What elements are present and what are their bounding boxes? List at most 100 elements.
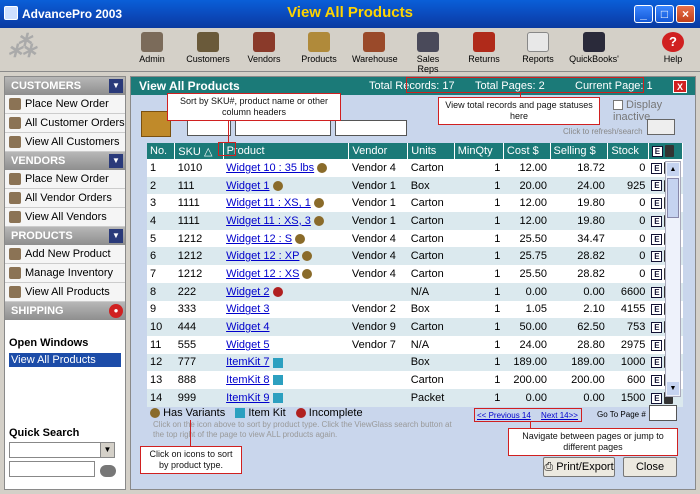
cell-product[interactable]: Widget 10 : 35 lbs (223, 159, 349, 177)
product-link[interactable]: Widget 5 (226, 339, 269, 351)
col-units[interactable]: Units (407, 143, 455, 159)
sidebar-item-all-vendor-orders[interactable]: All Vendor Orders (5, 189, 125, 208)
sidebar-item-all-customer-orders[interactable]: All Customer Orders (5, 114, 125, 133)
col-cost[interactable]: Cost $ (503, 143, 551, 159)
product-link[interactable]: Widget 3 (226, 303, 269, 315)
sidebar-section-products[interactable]: PRODUCTS ▼ (5, 227, 125, 245)
product-link[interactable]: Widget 12 : XP (226, 250, 299, 262)
minimize-button[interactable]: _ (634, 5, 653, 23)
toolbar-vendors[interactable]: Vendors (246, 30, 282, 70)
sidebar-item-manage-inventory[interactable]: Manage Inventory (5, 264, 125, 283)
product-link[interactable]: Widget 12 : XS (226, 268, 299, 280)
chevron-down-icon[interactable]: ▼ (109, 79, 123, 93)
sidebar-item-view-all-customers[interactable]: View All Customers (5, 133, 125, 152)
window-close-button[interactable]: × (676, 5, 695, 23)
toolbar-reports[interactable]: Reports (520, 30, 556, 70)
table-row[interactable]: 3 1111 Widget 11 : XS, 1 Vendor 1 Carton 1 12.… (147, 194, 683, 213)
product-link[interactable]: Widget 10 : 35 lbs (226, 162, 314, 174)
sidebar-item-place-vendor-order[interactable]: Place New Order (5, 170, 125, 189)
cell-product[interactable]: Widget 5 (223, 335, 349, 354)
magnifier-icon[interactable] (100, 465, 117, 477)
product-link[interactable]: Widget 1 (226, 180, 269, 192)
sidebar-item-view-all-vendors[interactable]: View All Vendors (5, 208, 125, 227)
scroll-thumb[interactable] (667, 178, 679, 218)
table-row[interactable]: 2 111 Widget 1 Vendor 1 Box 1 20.00 24.00 925 E (147, 176, 683, 195)
toolbar-returns[interactable]: Returns (466, 30, 502, 70)
quick-search-input[interactable] (9, 461, 95, 477)
col-no[interactable]: No. (147, 143, 176, 159)
col-stock[interactable]: Stock (607, 143, 649, 159)
table-row[interactable]: 8 222 Widget 2 N/A 1 0.00 0.00 6600 E (147, 282, 683, 301)
cell-product[interactable]: Widget 1 (223, 176, 349, 195)
cell-product[interactable]: Widget 11 : XS, 1 (223, 194, 349, 213)
sidebar-section-customers[interactable]: CUSTOMERS ▼ (5, 77, 125, 95)
table-row[interactable]: 7 1212 Widget 12 : XS Vendor 4 Carton 1 25.50 2… (147, 265, 683, 283)
magnifier-icon[interactable] (647, 119, 675, 135)
product-link[interactable]: Widget 11 : XS, 3 (226, 215, 311, 227)
table-row[interactable]: 6 1212 Widget 12 : XP Vendor 4 Carton 1 25.75 2… (147, 247, 683, 266)
pushpin-icon[interactable]: ● (109, 304, 123, 318)
edit-icon[interactable]: E (651, 321, 663, 333)
edit-icon[interactable]: E (651, 233, 663, 245)
cell-product[interactable]: Widget 3 (223, 300, 349, 319)
chevron-down-icon[interactable]: ▼ (109, 154, 123, 168)
cell-product[interactable]: Widget 12 : S (223, 229, 349, 248)
toolbar-admin[interactable]: Admin (135, 30, 169, 70)
cell-product[interactable]: Widget 12 : XP (223, 247, 349, 266)
edit-icon[interactable]: E (651, 198, 663, 210)
scroll-up-icon[interactable]: ▲ (667, 163, 679, 176)
table-row[interactable]: 12 777 ItemKit 7 Box 1 189.00 189.00 1000 E (147, 353, 683, 372)
col-vendor[interactable]: Vendor (348, 143, 409, 159)
cell-product[interactable]: ItemKit 8 (223, 371, 349, 389)
print-export-button[interactable]: ⎙ Print/Export (543, 457, 615, 477)
col-selling[interactable]: Selling $ (550, 143, 609, 159)
incomplete-icon[interactable] (295, 408, 306, 419)
product-link[interactable]: ItemKit 7 (226, 356, 269, 368)
sidebar-section-shipping[interactable]: SHIPPING ● (5, 302, 125, 320)
close-icon[interactable]: X (673, 80, 687, 93)
sidebar-item-add-new-product[interactable]: Add New Product (5, 245, 125, 264)
sidebar-section-vendors[interactable]: VENDORS ▼ (5, 152, 125, 170)
edit-icon[interactable]: E (651, 180, 663, 192)
maximize-button[interactable]: □ (655, 5, 674, 23)
toolbar-products[interactable]: Products (300, 30, 338, 70)
table-row[interactable]: 11 555 Widget 5 Vendor 7 N/A 1 24.00 28.80 2975 E (147, 335, 683, 354)
sku-filter-input[interactable] (187, 120, 231, 136)
product-link[interactable]: ItemKit 9 (226, 392, 269, 404)
cell-product[interactable]: Widget 4 (223, 318, 349, 336)
cell-product[interactable]: Widget 12 : XS (223, 265, 349, 283)
open-window-item[interactable]: View All Products (9, 353, 121, 367)
product-link[interactable]: Widget 2 (226, 286, 269, 298)
table-row[interactable]: 9 333 Widget 3 Vendor 2 Box 1 1.05 2.10 4155 E (147, 300, 683, 319)
cell-product[interactable]: ItemKit 9 (223, 388, 349, 407)
edit-icon[interactable]: E (651, 162, 663, 174)
col-sku[interactable]: SKU △ (174, 143, 224, 159)
sidebar-item-view-all-products[interactable]: View All Products (5, 283, 125, 302)
toolbar-customers[interactable]: Customers (186, 30, 230, 70)
item-kit-icon[interactable] (235, 408, 246, 419)
product-link[interactable]: Widget 12 : S (226, 233, 292, 245)
edit-icon[interactable]: E (651, 251, 663, 263)
chevron-down-icon[interactable]: ▼ (109, 229, 123, 243)
table-row[interactable]: 14 999 ItemKit 9 Packet 1 0.00 0.00 1500 E (147, 388, 683, 407)
product-link[interactable]: Widget 11 : XS, 1 (226, 197, 311, 209)
cell-product[interactable]: Widget 11 : XS, 3 (223, 212, 349, 230)
vendor-filter-input[interactable] (335, 120, 407, 136)
scroll-down-icon[interactable]: ▼ (667, 382, 679, 395)
product-filter-input[interactable] (235, 120, 331, 136)
sidebar-item-place-customer-order[interactable]: Place New Order (5, 95, 125, 114)
edit-icon[interactable]: E (651, 357, 663, 369)
table-row[interactable]: 5 1212 Widget 12 : S Vendor 4 Carton 1 25.50 34… (147, 229, 683, 248)
close-button[interactable]: Close (623, 457, 677, 477)
toolbar-sales-reps[interactable]: Sales Reps (406, 30, 450, 74)
product-link[interactable]: ItemKit 8 (226, 374, 269, 386)
col-product[interactable]: Product (223, 143, 350, 159)
vertical-scrollbar[interactable]: ▲ ▼ (665, 161, 681, 397)
checkbox[interactable] (613, 100, 623, 111)
edit-icon[interactable]: E (651, 339, 663, 351)
toolbar-quickbooks[interactable]: QuickBooks' (568, 30, 620, 70)
edit-icon[interactable]: E (651, 215, 663, 227)
edit-icon[interactable]: E (651, 286, 663, 298)
table-row[interactable]: 13 888 ItemKit 8 Carton 1 200.00 200.00 600 E (147, 371, 683, 389)
toolbar-warehouse[interactable]: Warehouse (352, 30, 398, 70)
